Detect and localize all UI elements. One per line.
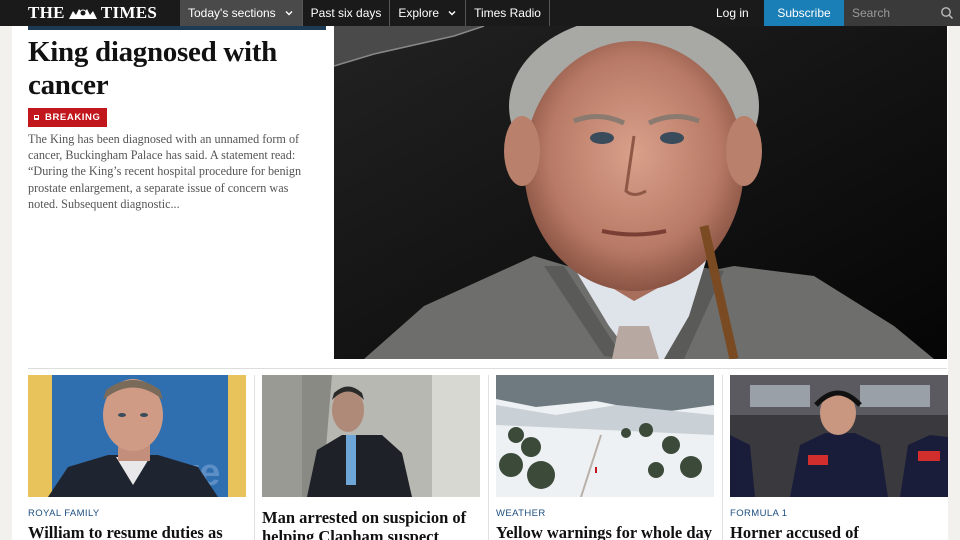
times-logo[interactable]: THE TIMES [0,0,180,26]
chevron-down-icon [448,11,456,16]
times-radio-label: Times Radio [474,6,541,20]
hero-photo-king[interactable] [334,26,947,359]
story-card-clapham[interactable]: Man arrested on suspicion of helping Cla… [262,375,480,540]
todays-sections-label: Today's sections [188,6,276,20]
hero-summary[interactable]: The King has been diagnosed with an unna… [28,131,320,212]
subscribe-button[interactable]: Subscribe [764,0,844,26]
past-six-days-link[interactable]: Past six days [303,0,391,26]
card-separator [254,375,255,540]
william-photo-image: ve [28,375,246,497]
top-navigation: THE TIMES Today's sections Past six days… [0,0,960,26]
story-headline[interactable]: Yellow warnings for whole day [496,523,714,540]
logo-text-the: THE [28,3,65,22]
story-category[interactable]: WEATHER [496,508,714,519]
section-divider [28,368,947,369]
story-card-william[interactable]: ve ROYAL FAMILY William to resume duties… [28,375,246,540]
cctv-photo-image [262,375,480,497]
breaking-badge: BREAKING [28,108,108,127]
story-thumbnail-clapham[interactable] [262,375,480,497]
story-category[interactable]: ROYAL FAMILY [28,508,246,519]
search-icon[interactable] [940,6,954,20]
story-card-horner[interactable]: FORMULA 1 Horner accused of [730,375,948,540]
hero-headline[interactable]: King diagnosed with cancer [28,36,328,102]
story-thumbnail-william[interactable]: ve [28,375,246,497]
past-six-days-label: Past six days [310,6,382,20]
todays-sections-menu[interactable]: Today's sections [180,0,303,26]
logo-text-times: TIMES [100,3,158,22]
hero-accent-bar [28,26,326,30]
king-portrait-image [334,26,947,359]
snow-landscape-image [496,375,714,497]
story-thumbnail-weather[interactable] [496,375,714,497]
explore-menu[interactable]: Explore [390,0,467,26]
right-gutter [948,26,960,540]
search-input[interactable] [852,6,940,20]
breaking-label: BREAKING [45,112,101,123]
login-label: Log in [716,6,749,20]
times-radio-link[interactable]: Times Radio [466,0,550,26]
card-separator [722,375,723,540]
card-separator [488,375,489,540]
story-thumbnail-horner[interactable] [730,375,948,497]
story-category[interactable]: FORMULA 1 [730,508,948,519]
crest-icon [68,9,97,19]
story-headline[interactable]: Horner accused of [730,523,948,540]
subscribe-label: Subscribe [777,6,831,20]
breaking-icon [34,115,39,120]
chevron-down-icon [285,11,293,16]
pitwall-photo-image [730,375,948,497]
search-box[interactable] [844,0,960,26]
left-gutter [0,26,12,540]
story-card-weather[interactable]: WEATHER Yellow warnings for whole day [496,375,714,540]
story-headline[interactable]: William to resume duties as [28,523,246,540]
story-headline[interactable]: Man arrested on suspicion of helping Cla… [262,508,480,540]
explore-label: Explore [398,6,440,20]
login-link[interactable]: Log in [700,0,764,26]
